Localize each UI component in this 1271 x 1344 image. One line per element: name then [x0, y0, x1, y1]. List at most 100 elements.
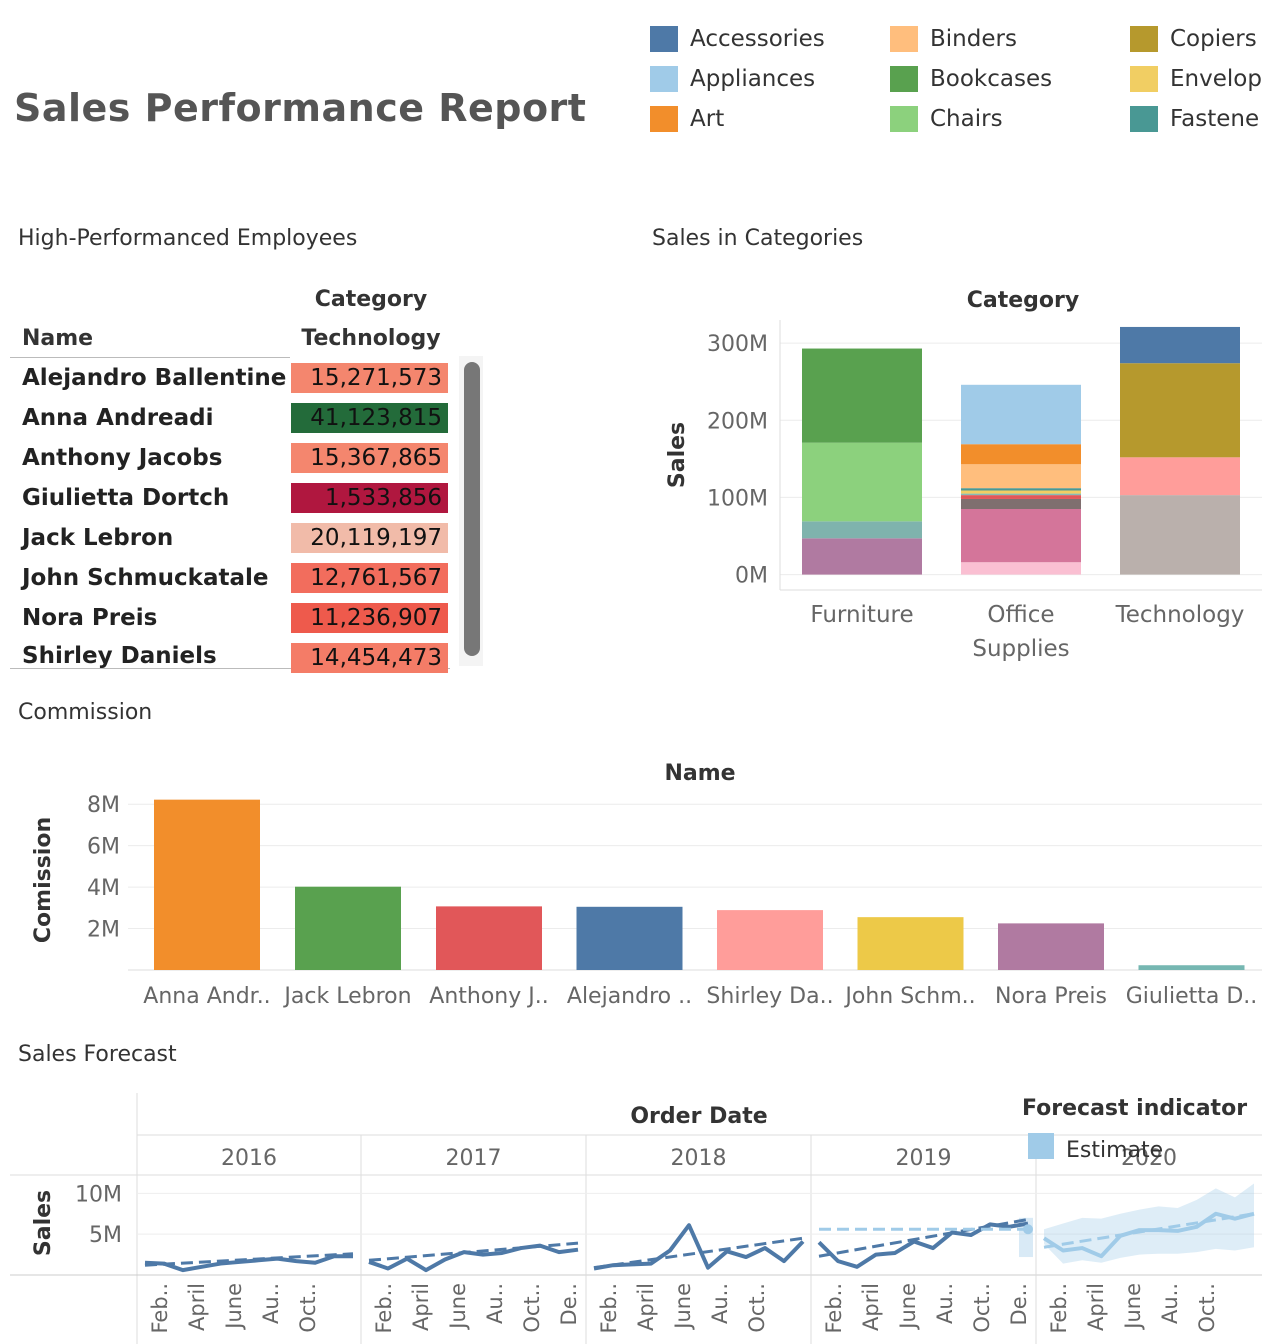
stacked-bar-segment	[1120, 363, 1240, 458]
employee-sales-cell[interactable]: 14,454,473	[291, 643, 448, 673]
y-axis-title: Sales	[31, 1190, 56, 1256]
x-tick-label: Anthony J..	[429, 984, 548, 1009]
legend-item[interactable]: Copiers	[1130, 24, 1257, 54]
x-tick-label: Nora Preis	[995, 984, 1107, 1009]
commission-section-title: Commission	[18, 700, 153, 725]
stacked-bar-segment	[961, 384, 1081, 445]
stacked-bar-segment	[961, 498, 1081, 509]
stacked-bar-segment	[961, 490, 1081, 494]
legend-swatch	[890, 106, 918, 132]
employee-sales-cell[interactable]: 15,271,573	[291, 363, 448, 393]
month-tick-label: April	[634, 1283, 658, 1331]
employee-sales-cell[interactable]: 11,236,907	[291, 603, 448, 633]
month-tick-label: April	[409, 1283, 433, 1331]
forecast-confidence-band	[1044, 1183, 1254, 1264]
legend-label: Accessories	[690, 26, 825, 52]
month-tick-label: Feb..	[148, 1283, 172, 1334]
x-tick-label: Technology	[1115, 602, 1245, 628]
commission-bar	[295, 886, 401, 970]
y-tick-label: 6M	[87, 835, 120, 860]
trend-line	[818, 1217, 1029, 1258]
month-tick-label: June	[671, 1283, 695, 1331]
legend-label: Envelop	[1170, 66, 1262, 92]
sales-forecast-chart: Order Date2016 2017 2018 2019 20205M10MSales…	[10, 1093, 1262, 1344]
month-tick-label: De..	[1007, 1283, 1031, 1325]
categories-section-title: Sales in Categories	[652, 226, 864, 251]
legend-item[interactable]: Appliances	[650, 64, 815, 94]
employee-sales-cell[interactable]: 20,119,197	[291, 523, 448, 553]
legend-item[interactable]: Binders	[890, 24, 1017, 54]
stacked-bar-segment	[1120, 326, 1240, 364]
month-tick-label: June	[222, 1283, 246, 1331]
legend-swatch	[890, 66, 918, 92]
chart-title: Category	[967, 288, 1079, 313]
employee-sales-cell[interactable]: 15,367,865	[291, 443, 448, 473]
table-column-header: Technology	[301, 326, 441, 351]
month-tick-label: Feb..	[822, 1283, 846, 1334]
legend-swatch	[650, 26, 678, 52]
legend-label: Copiers	[1170, 26, 1257, 52]
stacked-bar-segment	[802, 348, 922, 443]
y-tick-label: 2M	[87, 918, 120, 943]
month-tick-label: April	[859, 1283, 883, 1331]
stacked-bar-segment	[1120, 457, 1240, 496]
stacked-bar-segment	[961, 495, 1081, 499]
x-tick-label: Shirley Da..	[706, 984, 833, 1009]
forecast-section-title: Sales Forecast	[18, 1042, 177, 1067]
month-tick-label: Au..	[933, 1283, 957, 1324]
month-tick-label: Oct..	[1195, 1283, 1219, 1333]
month-tick-label: April	[185, 1283, 209, 1331]
employee-sales-cell[interactable]: 1,533,856	[291, 483, 448, 513]
x-tick-label: Jack Lebron	[282, 984, 411, 1009]
month-tick-label: June	[896, 1283, 920, 1331]
month-tick-label: Feb..	[597, 1283, 621, 1334]
stacked-bar-segment	[961, 493, 1081, 496]
commission-bar	[857, 917, 964, 970]
legend-item[interactable]: Chairs	[890, 104, 1003, 134]
legend-item[interactable]: Fastene	[1130, 104, 1259, 134]
stacked-bar-segment	[961, 509, 1081, 563]
actual-sales-line	[144, 1254, 353, 1273]
legend-swatch	[1130, 106, 1158, 132]
employee-name: Shirley Daniels	[22, 643, 217, 669]
forecast-legend-title: Forecast indicator	[1022, 1096, 1247, 1121]
legend-item[interactable]: Envelop	[1130, 64, 1262, 94]
y-tick-label: 8M	[87, 793, 120, 818]
month-tick-label: Au..	[708, 1283, 732, 1324]
month-tick-label: Oct..	[296, 1283, 320, 1333]
stacked-bar-segment	[802, 442, 922, 522]
legend-swatch	[1130, 66, 1158, 92]
legend-item[interactable]: Art	[650, 104, 724, 134]
legend-item[interactable]: Bookcases	[890, 64, 1052, 94]
stacked-bar-segment	[961, 488, 1081, 491]
forecast-legend-label: Estimate	[1066, 1138, 1163, 1163]
month-tick-label: Au..	[483, 1283, 507, 1324]
y-tick-label: 4M	[87, 876, 120, 901]
y-axis-title: Comission	[31, 817, 56, 943]
stacked-bar-segment	[961, 444, 1081, 465]
legend-item[interactable]: Accessories	[650, 24, 825, 54]
y-tick-label: 100M	[707, 486, 768, 511]
table-column-group-header: Category	[314, 287, 428, 312]
stacked-bar-segment	[802, 538, 922, 575]
stacked-bar-segment	[1120, 495, 1240, 575]
commission-bar	[998, 923, 1104, 970]
commission-bar	[436, 906, 542, 970]
actual-sales-line	[368, 1243, 579, 1273]
legend-label: Chairs	[930, 106, 1003, 132]
employee-name: Anna Andreadi	[22, 405, 214, 431]
table-scrollbar-thumb[interactable]	[464, 362, 480, 656]
legend-label: Bookcases	[930, 66, 1053, 92]
x-tick-label: Office	[987, 602, 1054, 628]
chart-title: Name	[664, 761, 735, 786]
month-tick-label: Oct..	[520, 1283, 544, 1333]
table-row-header: Name	[22, 326, 94, 351]
month-tick-label: Au..	[1158, 1283, 1182, 1324]
employee-name: Nora Preis	[22, 605, 158, 631]
commission-bar	[576, 906, 683, 970]
month-tick-label: June	[1121, 1283, 1145, 1331]
actual-sales-line	[593, 1223, 805, 1271]
employee-sales-cell[interactable]: 41,123,815	[291, 403, 448, 433]
chart-title: Order Date	[630, 1104, 767, 1129]
employee-sales-cell[interactable]: 12,761,567	[291, 563, 448, 593]
